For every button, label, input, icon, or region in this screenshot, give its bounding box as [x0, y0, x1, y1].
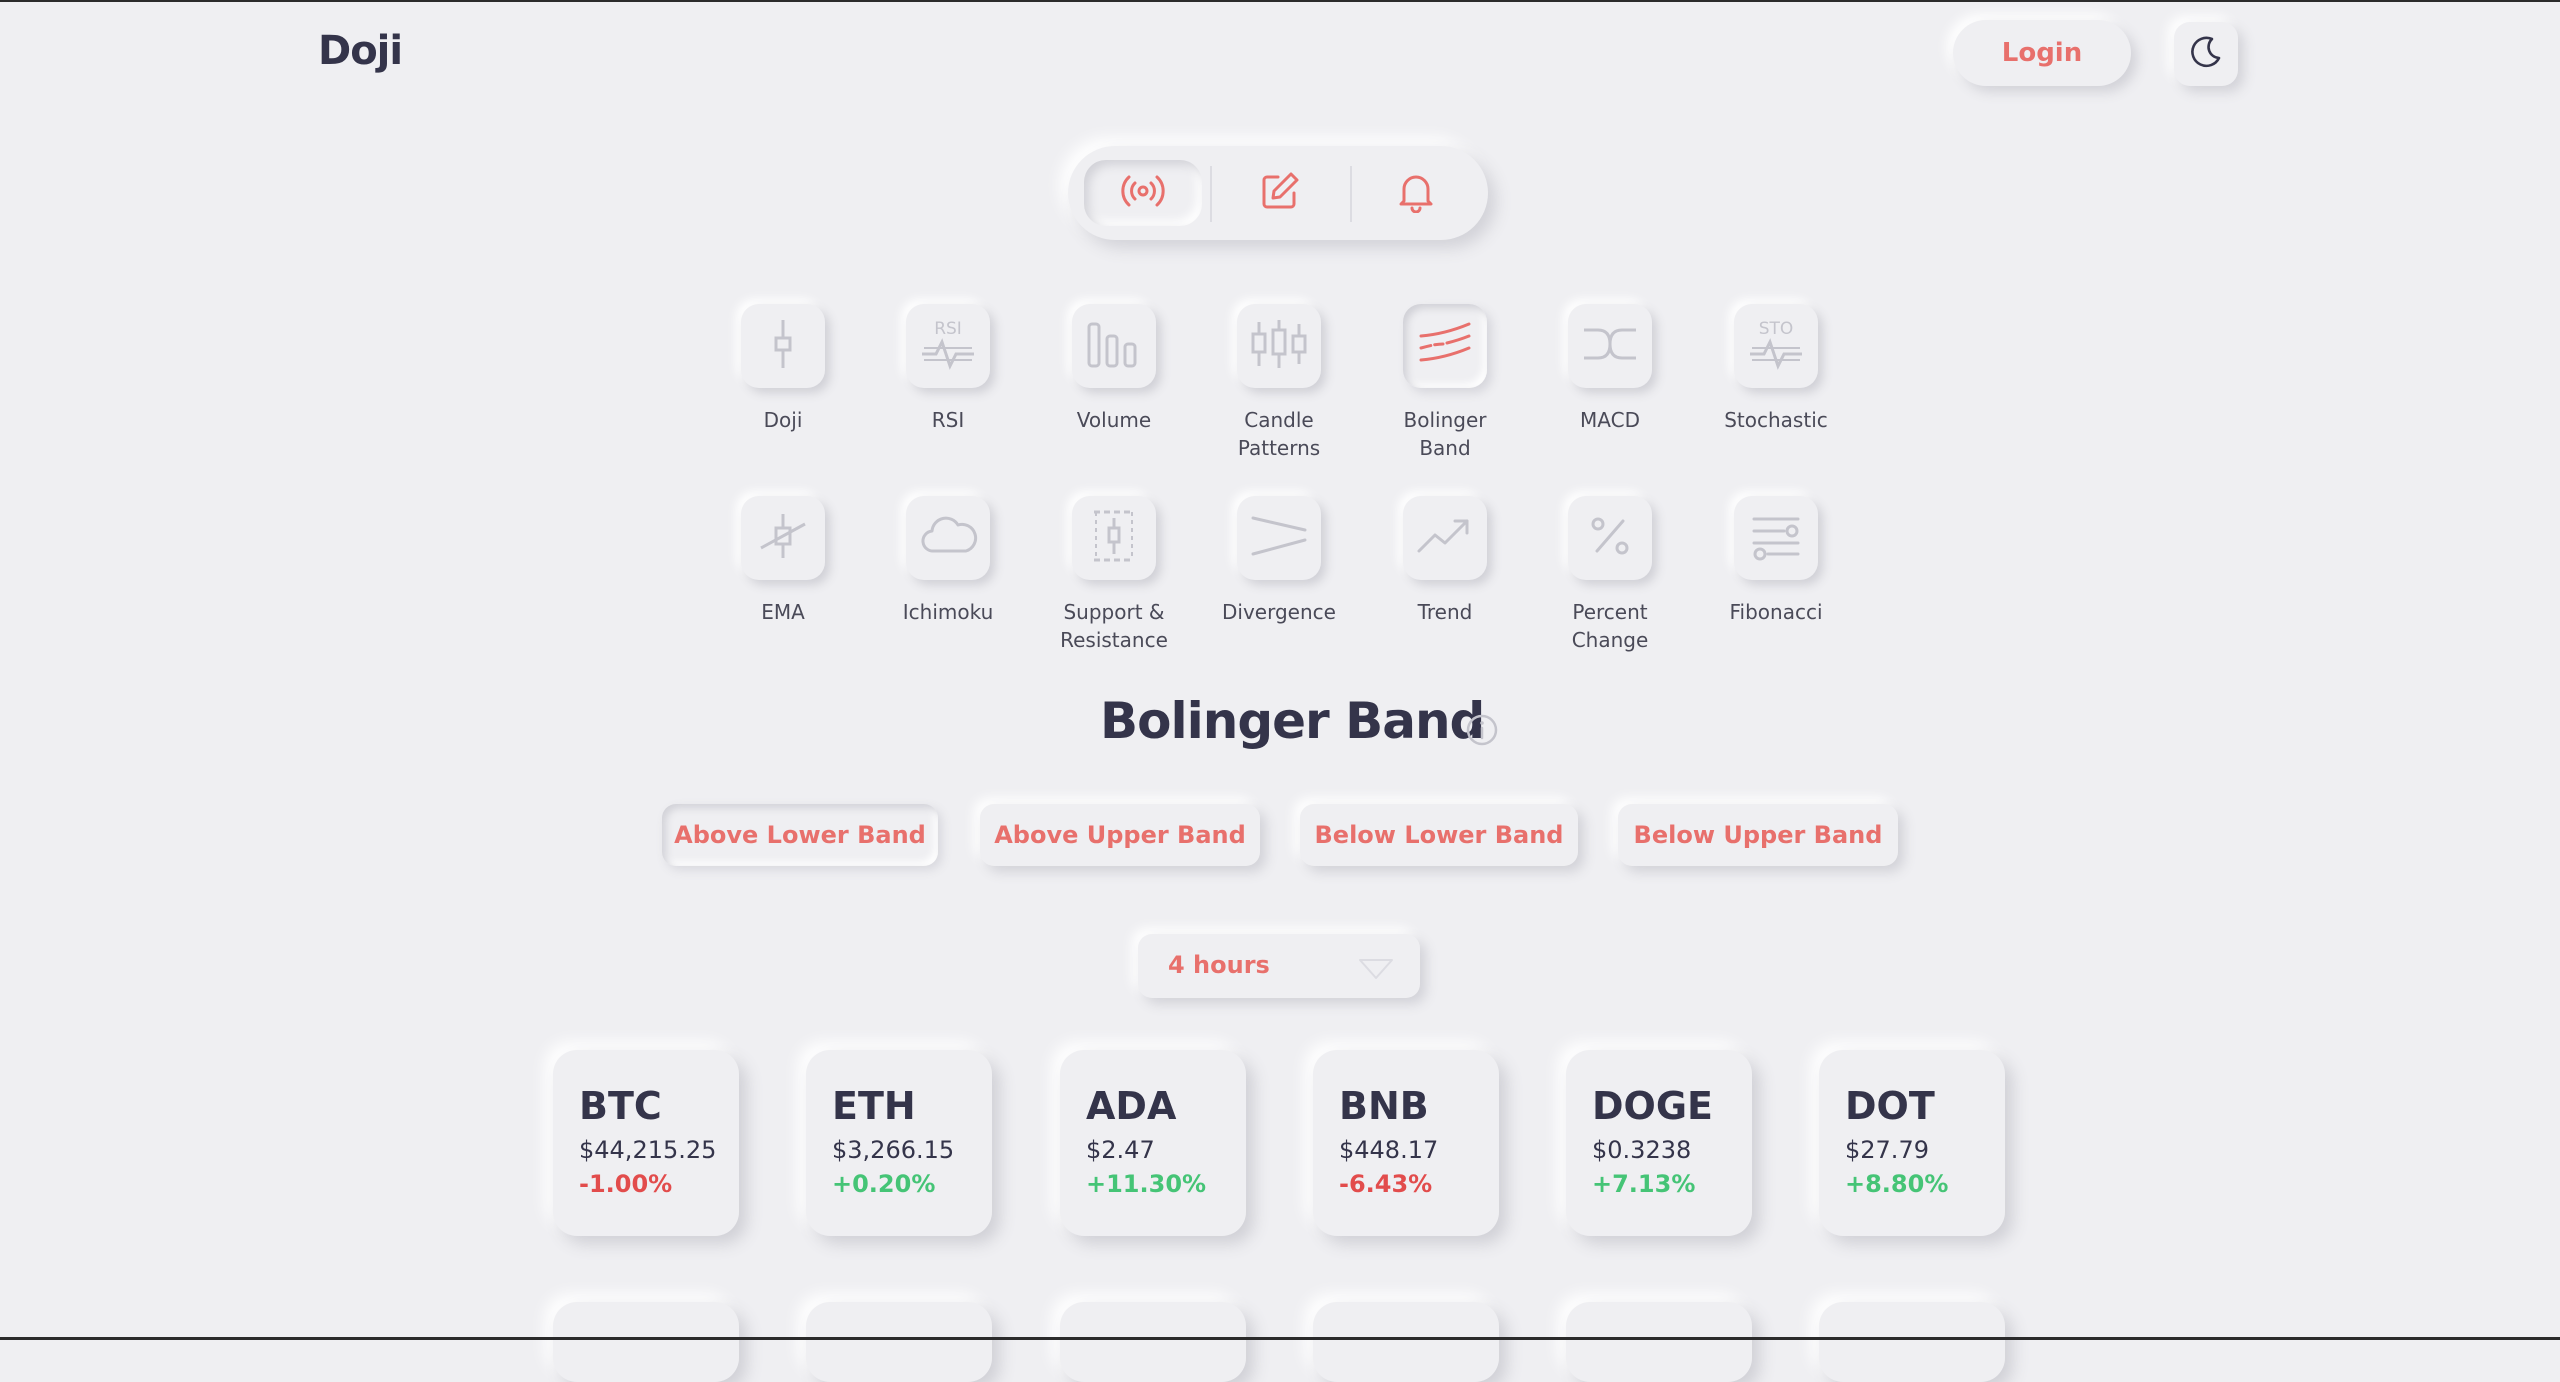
- mode-edit-button[interactable]: [1221, 160, 1339, 226]
- rsi-icon: RSI: [918, 314, 978, 378]
- coin-card-btc[interactable]: BTC $44,215.25 -1.00%: [553, 1050, 739, 1236]
- macd-icon: [1580, 316, 1640, 376]
- indicator-fibonacci[interactable]: Fibonacci: [1676, 496, 1876, 626]
- section-title: Bolinger Band: [1100, 692, 1485, 750]
- indicator-tile: [1237, 304, 1321, 388]
- condition-below-upper-band[interactable]: Below Upper Band: [1618, 804, 1898, 866]
- coin-price: $3,266.15: [832, 1136, 955, 1164]
- indicator-tile: [1237, 496, 1321, 580]
- coin-symbol: DOT: [1845, 1084, 1935, 1128]
- broadcast-icon: [1118, 171, 1168, 215]
- bolinger-band-icon: [1415, 316, 1475, 376]
- mode-switcher: [1068, 146, 1488, 240]
- coin-card-ada[interactable]: ADA $2.47 +11.30%: [1060, 1050, 1246, 1236]
- indicator-tile: STO: [1734, 304, 1818, 388]
- volume-icon: [1084, 316, 1144, 376]
- brand-logo[interactable]: Doji: [318, 28, 403, 74]
- coin-card-dot[interactable]: DOT $27.79 +8.80%: [1819, 1050, 2005, 1236]
- indicator-tile: [1403, 496, 1487, 580]
- coin-price: $2.47: [1086, 1136, 1155, 1164]
- coin-change: +11.30%: [1086, 1170, 1207, 1198]
- indicator-label: Stochastic: [1724, 408, 1828, 432]
- coin-card[interactable]: [1566, 1302, 1752, 1382]
- indicator-stochastic[interactable]: STO Stochastic: [1676, 304, 1876, 434]
- percent-icon: [1585, 511, 1635, 565]
- candle-patterns-icon: [1248, 316, 1310, 376]
- edit-icon: [1258, 169, 1302, 217]
- coin-card[interactable]: [1313, 1302, 1499, 1382]
- support-resistance-icon: [1086, 506, 1142, 570]
- indicator-tile: [741, 496, 825, 580]
- svg-text:STO: STO: [1759, 319, 1794, 339]
- coin-symbol: BNB: [1339, 1084, 1429, 1128]
- indicator-tile: [1568, 496, 1652, 580]
- coin-card-eth[interactable]: ETH $3,266.15 +0.20%: [806, 1050, 992, 1236]
- divergence-icon: [1249, 508, 1309, 568]
- coin-price: $27.79: [1845, 1136, 1929, 1164]
- coin-symbol: DOGE: [1592, 1084, 1713, 1128]
- stochastic-icon: STO: [1746, 314, 1806, 378]
- coin-card[interactable]: [1819, 1302, 2005, 1382]
- indicator-tile: [1072, 496, 1156, 580]
- mode-live-button[interactable]: [1084, 160, 1202, 226]
- coin-change: -6.43%: [1339, 1170, 1433, 1198]
- coin-price: $0.3238: [1592, 1136, 1692, 1164]
- coin-change: +8.80%: [1845, 1170, 1949, 1198]
- divider: [1350, 166, 1352, 222]
- condition-above-upper-band[interactable]: Above Upper Band: [980, 804, 1260, 866]
- ema-icon: [755, 508, 811, 568]
- bell-icon: [1396, 169, 1436, 217]
- coin-symbol: ADA: [1086, 1084, 1177, 1128]
- divider: [1210, 166, 1212, 222]
- condition-below-lower-band[interactable]: Below Lower Band: [1300, 804, 1578, 866]
- coin-card-bnb[interactable]: BNB $448.17 -6.43%: [1313, 1050, 1499, 1236]
- theme-toggle-button[interactable]: [2174, 22, 2238, 86]
- indicator-label: Fibonacci: [1729, 600, 1823, 624]
- indicator-tile: [1734, 496, 1818, 580]
- fibonacci-icon: [1748, 511, 1804, 565]
- coin-card[interactable]: [553, 1302, 739, 1382]
- condition-above-lower-band[interactable]: Above Lower Band: [662, 804, 938, 866]
- trend-icon: [1415, 511, 1475, 565]
- top-border: [0, 0, 2560, 2]
- coin-card[interactable]: [806, 1302, 992, 1382]
- coin-change: +7.13%: [1592, 1170, 1696, 1198]
- doji-icon: [758, 316, 808, 376]
- chevron-down-icon: [1356, 956, 1396, 986]
- coin-price: $44,215.25: [579, 1136, 717, 1164]
- mode-alerts-button[interactable]: [1357, 160, 1475, 226]
- timeframe-value: 4 hours: [1168, 951, 1270, 979]
- indicator-tile: [1568, 304, 1652, 388]
- coin-symbol: BTC: [579, 1084, 662, 1128]
- coin-card-doge[interactable]: DOGE $0.3238 +7.13%: [1566, 1050, 1752, 1236]
- cloud-icon: [918, 511, 978, 565]
- indicator-tile: [906, 496, 990, 580]
- indicator-tile: RSI: [906, 304, 990, 388]
- coin-symbol: ETH: [832, 1084, 916, 1128]
- coin-change: -1.00%: [579, 1170, 673, 1198]
- indicator-tile: [1072, 304, 1156, 388]
- svg-text:RSI: RSI: [934, 319, 962, 339]
- timeframe-select[interactable]: 4 hours: [1138, 934, 1420, 998]
- indicator-tile: [1403, 304, 1487, 388]
- indicator-tile: [741, 304, 825, 388]
- moon-icon: [2186, 32, 2226, 76]
- info-icon[interactable]: [1465, 713, 1499, 751]
- login-button[interactable]: Login: [1953, 20, 2131, 86]
- coin-price: $448.17: [1339, 1136, 1439, 1164]
- coin-card[interactable]: [1060, 1302, 1246, 1382]
- coin-change: +0.20%: [832, 1170, 936, 1198]
